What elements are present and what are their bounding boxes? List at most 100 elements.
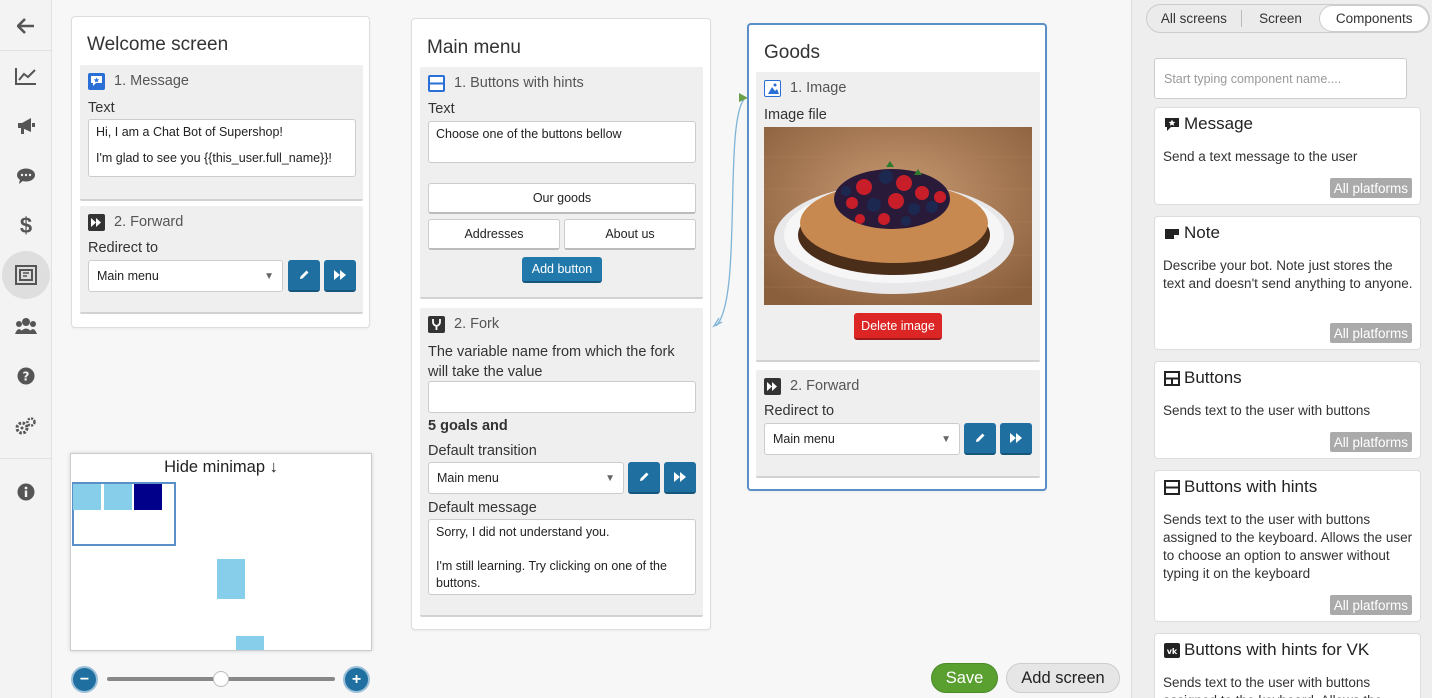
component-fork[interactable]: 2. Fork The variable name from which the…: [420, 308, 703, 617]
add-button-button[interactable]: Add button: [522, 257, 602, 283]
hint-button-about-us[interactable]: About us: [564, 219, 696, 250]
svg-text:?: ?: [23, 370, 30, 384]
chevron-down-icon: ▼: [605, 472, 615, 484]
broadcast-icon[interactable]: [0, 104, 52, 148]
select-value: Main menu: [97, 269, 159, 283]
buttons-text-area[interactable]: Choose one of the buttons bellow: [428, 121, 696, 163]
card-title: Message: [1184, 114, 1253, 133]
zoom-slider-handle[interactable]: [213, 671, 229, 687]
zoom-in-button[interactable]: +: [343, 666, 370, 693]
users-icon[interactable]: [0, 304, 52, 348]
redirect-select[interactable]: Main menu ▼: [764, 423, 960, 455]
field-label: Redirect to: [764, 403, 835, 419]
pencil-icon: [640, 472, 649, 481]
hide-minimap-toggle[interactable]: Hide minimap ↓: [71, 458, 371, 477]
analytics-icon[interactable]: [0, 54, 52, 98]
help-icon[interactable]: ?: [0, 354, 52, 398]
buttons-hints-icon: [1163, 479, 1180, 495]
screen-title: Welcome screen: [87, 34, 229, 55]
minimap[interactable]: Hide minimap ↓: [70, 453, 372, 651]
field-label: Redirect to: [88, 240, 159, 256]
chat-icon[interactable]: [0, 154, 52, 198]
screen-welcome[interactable]: Welcome screen 1. Message Text Hi, I am …: [71, 16, 370, 328]
settings-icon[interactable]: [0, 404, 52, 448]
forward-icon: [764, 377, 781, 395]
edit-button[interactable]: [628, 462, 660, 494]
message-text-area[interactable]: Hi, I am a Chat Bot of Supershop! I'm gl…: [88, 119, 356, 177]
component-forward[interactable]: 2. Forward Redirect to Main menu ▼: [80, 206, 363, 314]
buttons-hints-icon: [428, 74, 445, 92]
zoom-out-button[interactable]: −: [71, 666, 98, 693]
component-card-message[interactable]: Message Send a text message to the user …: [1154, 107, 1421, 205]
field-label: Default transition: [428, 443, 537, 459]
minimap-screen: [73, 484, 101, 510]
component-card-buttons-with-hints[interactable]: Buttons with hints Sends text to the use…: [1154, 470, 1421, 622]
platform-badge: All platforms: [1329, 178, 1412, 198]
text-line: I'm still learning. Try clicking on one …: [436, 559, 667, 590]
svg-text:vk: vk: [1166, 647, 1177, 656]
card-title: Buttons with hints for VK: [1184, 640, 1370, 659]
add-screen-button[interactable]: Add screen: [1006, 663, 1120, 693]
screens-icon[interactable]: [2, 251, 50, 299]
save-button[interactable]: Save: [931, 663, 998, 693]
component-message[interactable]: 1. Message Text Hi, I am a Chat Bot of S…: [80, 65, 363, 201]
vk-icon: vk: [1163, 642, 1180, 658]
go-to-screen-button[interactable]: [1000, 423, 1032, 455]
goals-label: 5 goals and: [428, 418, 508, 434]
platform-badge: All platforms: [1329, 323, 1412, 343]
minimap-screen: [217, 559, 245, 599]
panel-tabs: All screens Screen Components: [1146, 4, 1430, 33]
forward-icon: [1009, 433, 1022, 443]
edit-button[interactable]: [288, 260, 320, 292]
component-card-buttons-with-hints-vk[interactable]: vk Buttons with hints for VK Sends text …: [1154, 633, 1421, 698]
hint-button-our-goods[interactable]: Our goods: [428, 183, 696, 214]
default-message-area[interactable]: Sorry, I did not understand you. I'm sti…: [428, 519, 696, 595]
text-line: Hi, I am a Chat Bot of Supershop!: [96, 125, 283, 139]
buttons-icon: [1163, 370, 1180, 386]
component-buttons-with-hints[interactable]: 1. Buttons with hints Text Choose one of…: [420, 67, 703, 299]
tab-components[interactable]: Components: [1319, 5, 1429, 32]
hint-button-addresses[interactable]: Addresses: [428, 219, 560, 250]
component-title: 1. Message: [114, 73, 189, 89]
redirect-select[interactable]: Main menu ▼: [88, 260, 283, 292]
pencil-icon: [300, 270, 309, 279]
field-label: Text: [88, 100, 115, 116]
select-value: Main menu: [437, 471, 499, 485]
chevron-down-icon: ▼: [941, 433, 951, 445]
tab-screen[interactable]: Screen: [1242, 5, 1320, 32]
minimap-screen-active: [134, 484, 162, 510]
minimap-screen: [236, 636, 264, 650]
component-title: 2. Fork: [454, 316, 500, 332]
text-line: Choose one of the buttons bellow: [436, 127, 622, 141]
card-description: Sends text to the user with buttons assi…: [1163, 675, 1382, 698]
zoom-slider[interactable]: [107, 671, 335, 687]
go-to-screen-button[interactable]: [324, 260, 356, 292]
component-forward[interactable]: 2. Forward Redirect to Main menu ▼: [756, 370, 1040, 478]
dollar-icon[interactable]: $: [0, 204, 52, 248]
info-icon[interactable]: [0, 470, 52, 514]
left-sidebar: $ ?: [0, 0, 52, 698]
message-icon: [88, 72, 105, 90]
screen-main-menu[interactable]: Main menu 1. Buttons with hints Text Cho…: [411, 18, 711, 630]
default-transition-select[interactable]: Main menu ▼: [428, 462, 624, 494]
component-title: 2. Forward: [790, 378, 860, 394]
component-image[interactable]: 1. Image Image file Delete image: [756, 72, 1040, 362]
card-title: Note: [1184, 223, 1220, 242]
forward-icon: [88, 213, 105, 231]
field-label: The variable name from which the fork wi…: [428, 344, 675, 380]
component-title: 2. Forward: [114, 214, 184, 230]
component-card-note[interactable]: Note Describe your bot. Note just stores…: [1154, 216, 1421, 350]
component-search-input[interactable]: Start typing component name....: [1154, 58, 1407, 99]
component-card-buttons[interactable]: Buttons Sends text to the user with butt…: [1154, 361, 1421, 459]
delete-image-button[interactable]: Delete image: [854, 313, 942, 340]
select-value: Main menu: [773, 432, 835, 446]
fork-variable-input[interactable]: [428, 381, 696, 413]
back-icon[interactable]: [0, 4, 52, 48]
screen-goods[interactable]: Goods 1. Image Image file Delete image 2…: [747, 23, 1047, 491]
cake-image: [764, 127, 1032, 305]
go-to-screen-button[interactable]: [664, 462, 696, 494]
card-description: Send a text message to the user: [1163, 149, 1358, 164]
component-title: 1. Buttons with hints: [454, 75, 584, 91]
edit-button[interactable]: [964, 423, 996, 455]
tab-all-screens[interactable]: All screens: [1147, 5, 1241, 32]
